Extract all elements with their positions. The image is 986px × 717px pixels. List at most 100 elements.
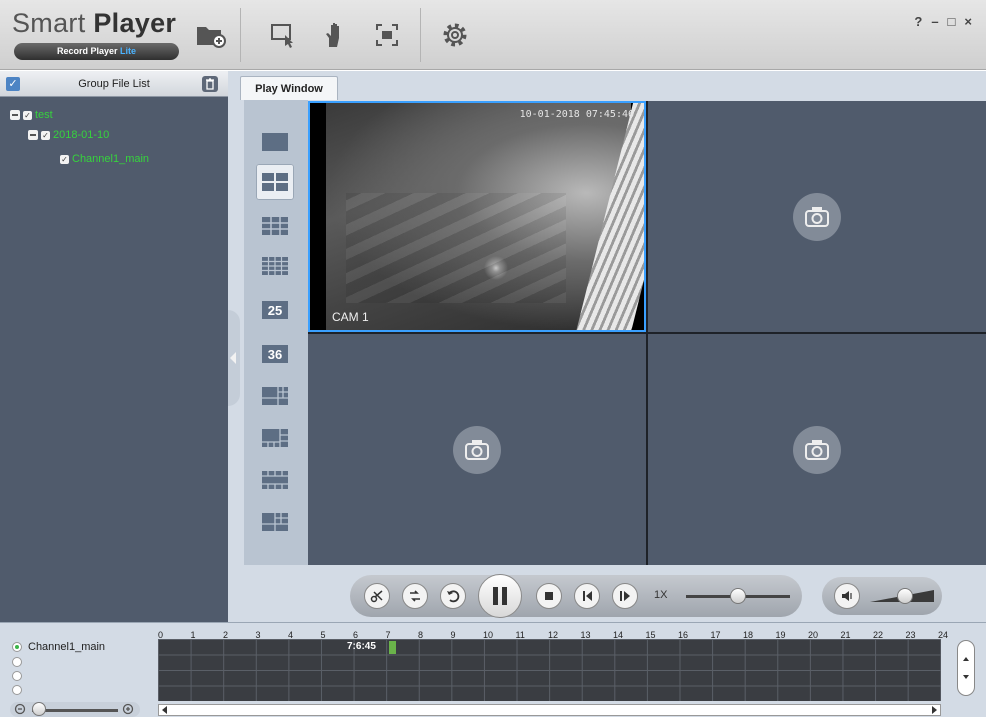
channel-radio-empty[interactable] bbox=[12, 685, 22, 695]
timeline-vertical-scroll[interactable] bbox=[957, 640, 975, 696]
layout-16-button[interactable] bbox=[256, 248, 294, 284]
timeline-grid[interactable] bbox=[158, 639, 941, 701]
hand-pan-icon bbox=[326, 23, 339, 47]
layout-custom-d-icon bbox=[262, 513, 288, 531]
zoom-in-icon[interactable] bbox=[122, 703, 135, 716]
channel-radio[interactable] bbox=[12, 642, 22, 652]
layout-custom-c-button[interactable] bbox=[256, 462, 294, 498]
select-window-button[interactable] bbox=[264, 16, 302, 54]
camera-feed bbox=[326, 103, 631, 330]
step-back-button[interactable] bbox=[574, 583, 600, 609]
timeline-horizontal-scroll[interactable] bbox=[158, 704, 941, 716]
title-bar: Smart Player Record Player Lite ? – □ × bbox=[0, 0, 986, 70]
video-cell-4[interactable] bbox=[648, 334, 986, 565]
mute-button[interactable] bbox=[834, 583, 860, 609]
open-folder-button[interactable] bbox=[192, 16, 230, 54]
video-timestamp: 10-01-2018 07:45:46 bbox=[519, 109, 634, 120]
rewind-button[interactable] bbox=[440, 583, 466, 609]
toolbar-separator bbox=[420, 8, 421, 62]
clip-button[interactable] bbox=[364, 583, 390, 609]
layout-4-icon bbox=[262, 173, 288, 191]
app-title-light: Smart bbox=[12, 8, 86, 38]
settings-gear-icon bbox=[443, 23, 467, 47]
layout-25-button[interactable]: 25 bbox=[256, 292, 294, 328]
collapse-panel-handle[interactable] bbox=[228, 310, 240, 406]
layout-1-icon bbox=[262, 133, 288, 151]
sync-play-button[interactable] bbox=[402, 583, 428, 609]
layout-36-button[interactable]: 36 bbox=[256, 336, 294, 372]
layout-custom-b-icon bbox=[262, 429, 288, 447]
maximize-button[interactable]: □ bbox=[948, 14, 956, 29]
scroll-left-icon[interactable] bbox=[161, 706, 169, 714]
timeline-playhead[interactable] bbox=[389, 641, 396, 654]
window-controls: ? – □ × bbox=[914, 14, 972, 29]
layout-9-button[interactable] bbox=[256, 208, 294, 244]
layout-custom-a-icon bbox=[262, 387, 288, 405]
speaker-icon bbox=[842, 591, 852, 601]
layout-4-button[interactable] bbox=[256, 164, 294, 200]
stop-icon bbox=[545, 592, 553, 600]
settings-button[interactable] bbox=[436, 16, 474, 54]
toolbar-separator bbox=[240, 8, 241, 62]
tree-node-date[interactable]: ✓ 2018-01-10 bbox=[28, 126, 109, 144]
stop-button[interactable] bbox=[536, 583, 562, 609]
collapse-icon[interactable] bbox=[10, 110, 20, 120]
tab-play-window[interactable]: Play Window bbox=[240, 76, 338, 100]
node-checkbox[interactable]: ✓ bbox=[60, 154, 69, 164]
video-cell-3[interactable] bbox=[308, 334, 646, 565]
timeline-zoom-control bbox=[10, 702, 140, 717]
tree-node-label: 2018-01-10 bbox=[53, 129, 110, 141]
pause-icon bbox=[493, 587, 507, 605]
fullscreen-button[interactable] bbox=[368, 16, 406, 54]
playback-controls: 1X bbox=[350, 574, 802, 618]
video-cell-1[interactable]: 10-01-2018 07:45:46 CAM 1 bbox=[308, 101, 646, 332]
channel-radio-empty[interactable] bbox=[12, 671, 22, 681]
layout-25-icon: 25 bbox=[262, 301, 288, 319]
timeline-current-time: 7:6:45 bbox=[347, 641, 376, 652]
help-button[interactable]: ? bbox=[914, 14, 922, 29]
zoom-slider-knob[interactable] bbox=[32, 702, 46, 716]
svg-text:36: 36 bbox=[268, 347, 282, 362]
layout-custom-b-button[interactable] bbox=[256, 420, 294, 456]
layout-custom-a-button[interactable] bbox=[256, 378, 294, 414]
app-subtitle-accent: Lite bbox=[120, 46, 137, 56]
layout-16-icon bbox=[262, 257, 288, 275]
pause-button[interactable] bbox=[478, 574, 522, 618]
video-cell-2[interactable] bbox=[648, 101, 986, 332]
sync-play-icon bbox=[410, 590, 420, 602]
scroll-right-icon[interactable] bbox=[930, 706, 938, 714]
layout-selector: 25 36 bbox=[244, 100, 308, 565]
zoom-out-icon[interactable] bbox=[14, 703, 27, 716]
select-window-icon bbox=[271, 24, 293, 48]
camera-label: CAM 1 bbox=[332, 310, 369, 324]
tree-node-label: test bbox=[35, 109, 53, 121]
video-grid: 10-01-2018 07:45:46 CAM 1 bbox=[308, 101, 986, 565]
no-video-camera-icon bbox=[453, 425, 501, 474]
tree-node-channel[interactable]: ✓ Channel1_main bbox=[60, 150, 149, 168]
scissors-icon bbox=[370, 590, 383, 603]
minimize-button[interactable]: – bbox=[931, 14, 938, 29]
tree-node-test[interactable]: ✓ test bbox=[10, 106, 53, 124]
fullscreen-icon bbox=[376, 24, 398, 46]
collapse-icon[interactable] bbox=[28, 130, 38, 140]
pan-hand-button[interactable] bbox=[316, 16, 354, 54]
speed-slider-knob[interactable] bbox=[730, 588, 746, 604]
step-back-icon bbox=[583, 591, 592, 601]
app-title: Smart Player bbox=[12, 8, 176, 39]
node-checkbox[interactable]: ✓ bbox=[41, 130, 50, 140]
step-forward-button[interactable] bbox=[612, 583, 638, 609]
trash-icon bbox=[206, 78, 214, 90]
channel-radio-empty[interactable] bbox=[12, 657, 22, 667]
app-subtitle-text: Record Player bbox=[56, 46, 118, 56]
speed-label: 1X bbox=[654, 589, 668, 601]
delete-button[interactable] bbox=[202, 76, 218, 92]
layout-custom-d-button[interactable] bbox=[256, 504, 294, 540]
timeline-channel[interactable]: Channel1_main bbox=[12, 641, 105, 653]
layout-1-button[interactable] bbox=[256, 124, 294, 160]
reverse-icon bbox=[447, 590, 460, 603]
step-forward-icon bbox=[620, 591, 630, 601]
app-title-bold: Player bbox=[93, 8, 177, 38]
node-checkbox[interactable]: ✓ bbox=[23, 110, 32, 120]
close-button[interactable]: × bbox=[964, 14, 972, 29]
layout-9-icon bbox=[262, 217, 288, 235]
